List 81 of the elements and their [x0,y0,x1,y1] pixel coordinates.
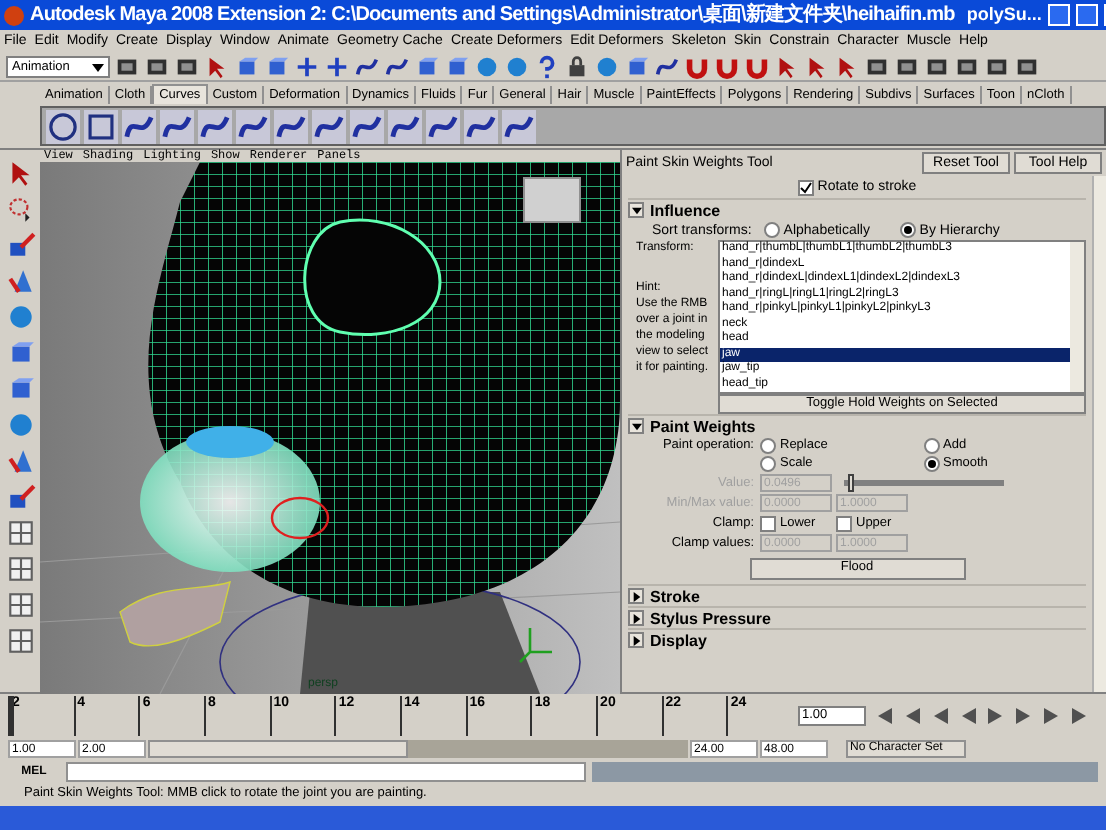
step-back-key-icon[interactable] [902,705,922,725]
play-backward-icon[interactable] [958,705,978,725]
curve-icon[interactable] [354,53,380,79]
expand-toggle[interactable] [628,610,644,626]
curve-icon[interactable] [388,109,422,143]
layout-icon[interactable] [5,554,35,584]
cube-icon[interactable] [264,53,290,79]
section-title: Display [650,631,707,649]
radio-button[interactable] [923,437,939,453]
sphere-icon[interactable] [5,302,35,332]
lasso-icon[interactable] [5,194,35,224]
sphere-icon[interactable] [474,53,500,79]
radio-button[interactable] [899,222,916,238]
curve-icon[interactable] [122,109,156,143]
cube-icon[interactable] [444,53,470,79]
curve-icon[interactable] [654,53,680,79]
arrow-icon[interactable] [204,53,230,79]
arrow-icon[interactable] [804,53,830,79]
curve-icon[interactable] [198,109,232,143]
radio-button[interactable] [763,222,780,238]
layout-icon[interactable] [5,626,35,656]
brush-icon[interactable] [5,230,35,260]
cube-icon[interactable] [234,53,260,79]
curve-icon[interactable] [160,109,194,143]
step-back-icon[interactable] [930,705,950,725]
scrollbar[interactable] [1070,242,1084,392]
curve-icon[interactable] [236,109,270,143]
checkbox[interactable] [797,179,814,195]
curve-icon[interactable] [426,109,460,143]
arrow-icon[interactable] [774,53,800,79]
checkbox[interactable] [760,515,776,531]
section-title: Stroke [650,587,700,605]
cube-icon[interactable] [414,53,440,79]
radio-button[interactable] [923,455,939,471]
curve-icon[interactable] [384,53,410,79]
current-frame-marker[interactable] [8,695,14,735]
curve-icon[interactable] [274,109,308,143]
cone-icon[interactable] [5,266,35,296]
layout-icon[interactable] [5,590,35,620]
window-title: Autodesk Maya 2008 Extension 2: C:\Documents and Settings\Administrator\桌面\新建文件夹\heihaifin.mb [30,5,955,25]
section-title: Stylus Pressure [650,609,771,627]
maximize-button[interactable] [1075,4,1098,26]
expand-toggle[interactable] [628,202,644,218]
brush-icon[interactable] [5,482,35,512]
expand-toggle[interactable] [628,588,644,604]
radio-button[interactable] [760,455,776,471]
help-icon[interactable] [534,53,560,79]
lock-icon[interactable] [564,53,590,79]
circle-icon[interactable] [46,109,80,143]
section-title: Paint Weights [650,417,756,435]
go-to-end-icon[interactable] [1070,705,1090,725]
expand-toggle[interactable] [628,418,644,434]
app-logo-icon [4,5,24,25]
command-input-field[interactable] [66,762,586,782]
step-forward-icon[interactable] [1014,705,1034,725]
play-forward-icon[interactable] [986,705,1006,725]
sphere-icon[interactable] [504,53,530,79]
sphere-icon[interactable] [5,410,35,440]
checkbox[interactable] [836,515,852,531]
curve-icon[interactable] [502,109,536,143]
cone-icon[interactable] [5,446,35,476]
plus-icon[interactable] [324,53,350,79]
arrow-icon[interactable] [834,53,860,79]
value-slider[interactable] [844,480,1004,486]
step-forward-key-icon[interactable] [1042,705,1062,725]
radio-button[interactable] [760,437,776,453]
slider-thumb[interactable] [848,474,855,492]
expand-toggle[interactable] [628,632,644,648]
curve-icon[interactable] [312,109,346,143]
square-icon[interactable] [84,109,118,143]
section-title: Influence [650,201,721,219]
window-title-right: polySu... [966,6,1042,24]
scrollbar[interactable] [1092,176,1106,692]
cube-icon[interactable] [624,53,650,79]
curve-icon[interactable] [350,109,384,143]
curve-icon[interactable] [464,109,498,143]
plus-icon[interactable] [294,53,320,79]
layout-icon[interactable] [5,518,35,548]
minimize-button[interactable] [1047,4,1070,26]
range-slider[interactable] [148,739,688,757]
go-to-start-icon[interactable] [874,705,894,725]
